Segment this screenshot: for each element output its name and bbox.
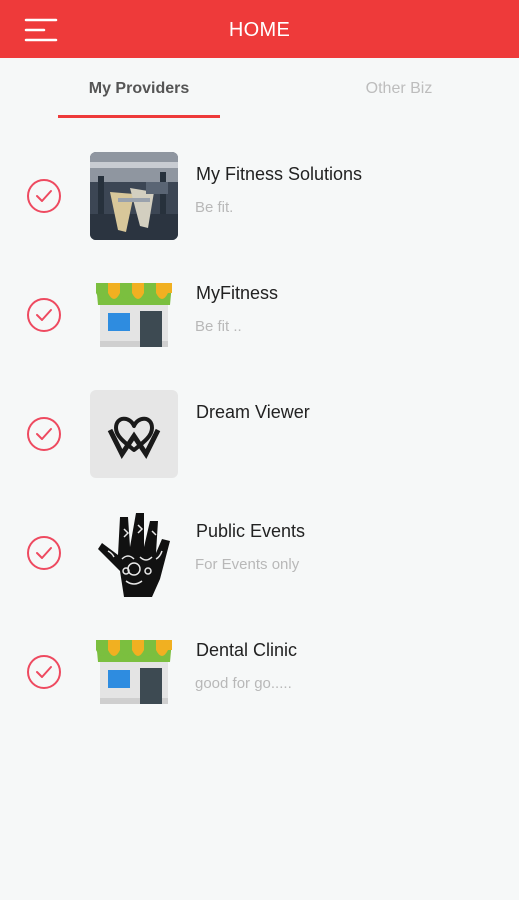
list-item[interactable]: Dental Clinic good for go..... bbox=[0, 596, 519, 714]
list-item[interactable]: My Fitness Solutions Be fit. bbox=[0, 120, 519, 240]
check-circle-icon[interactable] bbox=[26, 416, 62, 452]
patterned-hand-icon bbox=[90, 509, 178, 597]
page-title: HOME bbox=[228, 19, 291, 41]
gym-photo bbox=[90, 152, 178, 240]
app-bar: HOME bbox=[0, 0, 519, 58]
active-tab-indicator bbox=[58, 115, 220, 118]
provider-name: Dental Clinic bbox=[196, 640, 298, 660]
provider-subtitle: good for go..... bbox=[195, 675, 292, 692]
provider-name: My Fitness Solutions bbox=[196, 164, 363, 184]
list-item[interactable]: Dream Viewer bbox=[0, 358, 519, 478]
store-icon bbox=[90, 628, 178, 716]
provider-subtitle: For Events only bbox=[195, 556, 300, 573]
list-item[interactable]: Public Events For Events only bbox=[0, 477, 519, 597]
tab-my-providers[interactable]: My Providers bbox=[58, 80, 220, 98]
provider-name: MyFitness bbox=[196, 283, 279, 303]
tab-bar: My Providers Other Biz bbox=[0, 58, 519, 120]
check-circle-icon[interactable] bbox=[26, 178, 62, 214]
check-circle-icon[interactable] bbox=[26, 654, 62, 690]
provider-name: Dream Viewer bbox=[196, 402, 310, 422]
tab-other-biz[interactable]: Other Biz bbox=[340, 80, 458, 98]
heart-logo-icon bbox=[90, 390, 178, 478]
provider-subtitle: Be fit. bbox=[195, 199, 234, 216]
check-circle-icon[interactable] bbox=[26, 297, 62, 333]
list-item[interactable]: MyFitness Be fit .. bbox=[0, 239, 519, 357]
check-circle-icon[interactable] bbox=[26, 535, 62, 571]
store-icon bbox=[90, 271, 178, 359]
provider-subtitle: Be fit .. bbox=[195, 318, 242, 335]
provider-name: Public Events bbox=[196, 521, 306, 541]
